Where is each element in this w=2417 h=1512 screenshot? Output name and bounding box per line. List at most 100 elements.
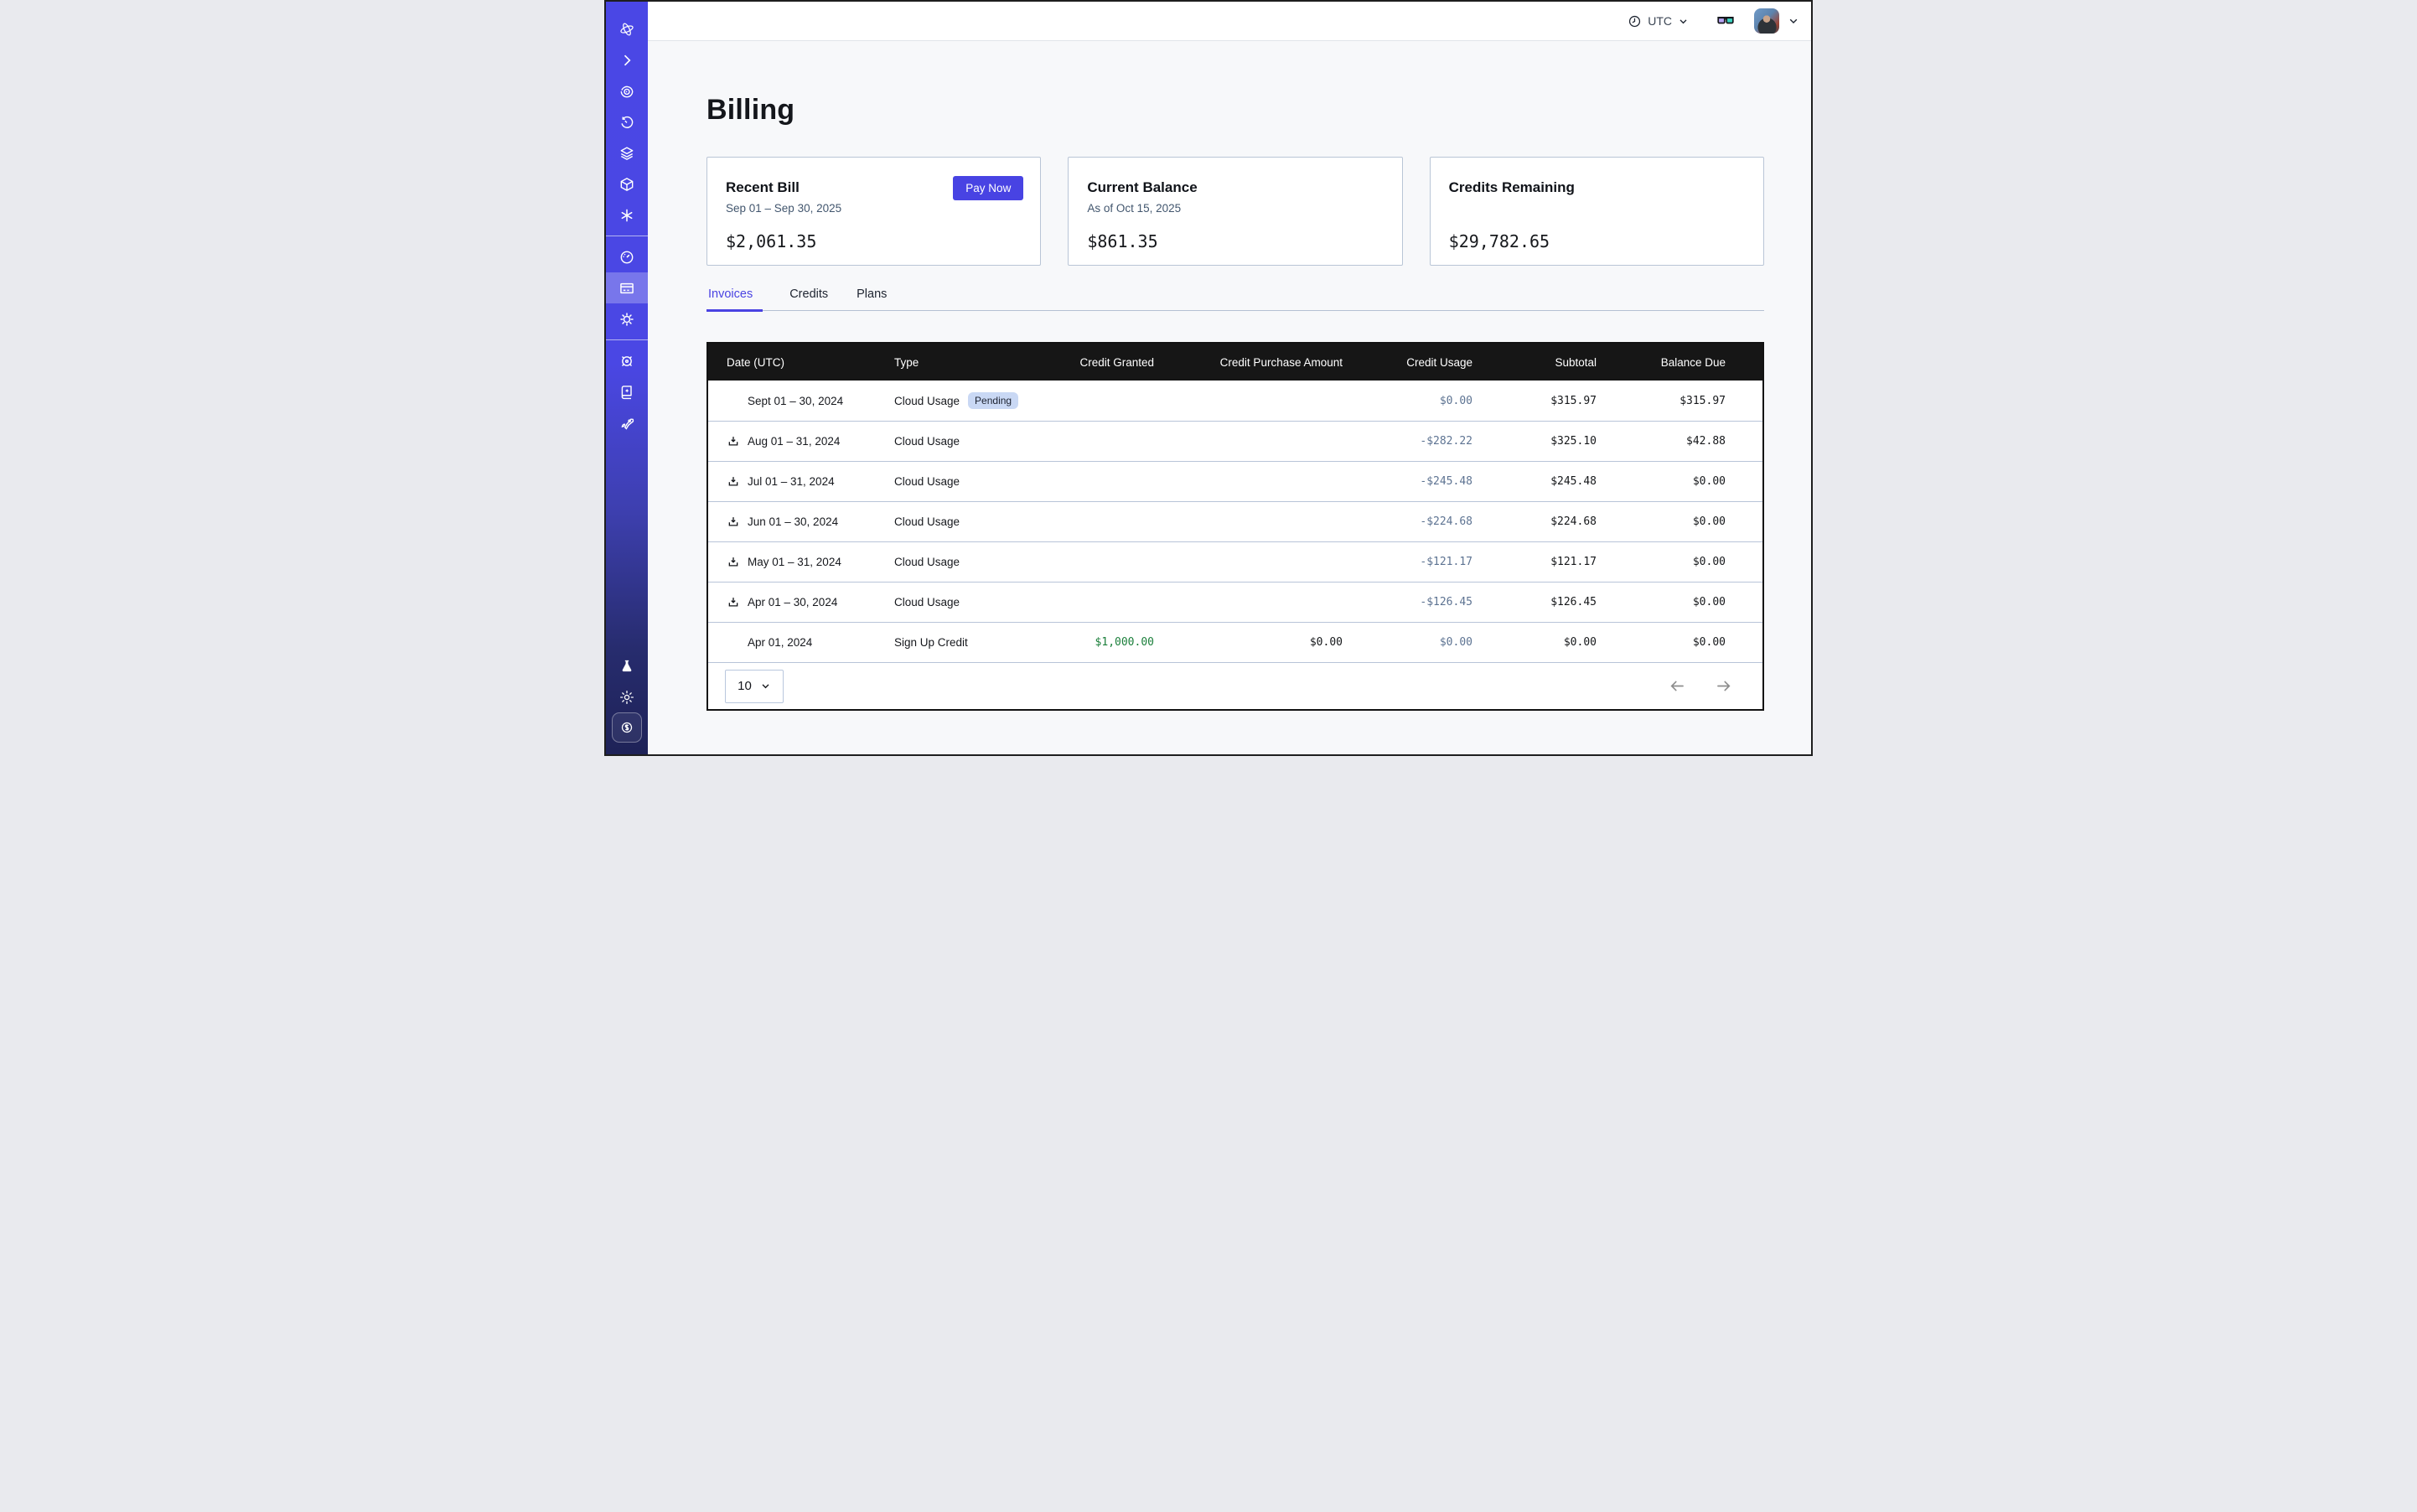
sidebar-item-usage[interactable] [606, 241, 648, 272]
column-header: Date (UTC) [727, 356, 894, 369]
topbar: UTC [648, 2, 1811, 41]
reader-mode-button[interactable] [1716, 11, 1736, 31]
timezone-selector[interactable]: UTC [1628, 14, 1689, 28]
pay-now-button[interactable]: Pay Now [953, 176, 1023, 200]
download-invoice-button[interactable] [727, 515, 740, 529]
credit-purchase-value: $0.00 [1154, 636, 1343, 649]
chevron-down-icon [1788, 15, 1799, 27]
download-icon [727, 556, 740, 569]
table-row: Apr 01, 2024 Sign Up Credit $1,000.00 $0… [708, 622, 1762, 662]
arrow-right-icon [1715, 677, 1732, 695]
balance-due-value: $0.00 [1597, 515, 1726, 528]
credit-usage-value: -$126.45 [1343, 596, 1472, 608]
column-header: Type [894, 356, 1045, 369]
credits-remaining-card: Credits Remaining $29,782.65 [1430, 157, 1764, 266]
sidebar-item-insights[interactable] [606, 75, 648, 106]
account-menu-button[interactable] [1788, 15, 1799, 27]
pagination-bar: 10 [708, 662, 1762, 709]
sidebar-expand-button[interactable] [606, 44, 648, 75]
invoice-date: Jun 01 – 30, 2024 [748, 515, 838, 528]
invoice-type: Sign Up Credit [894, 636, 968, 649]
credit-usage-value: -$245.48 [1343, 475, 1472, 488]
page-title: Billing [706, 93, 1764, 127]
download-invoice-button[interactable] [727, 556, 740, 569]
tab-credits[interactable]: Credits [788, 287, 830, 310]
tab-invoices[interactable]: Invoices [706, 287, 763, 310]
subtotal-value: $245.48 [1472, 475, 1597, 488]
sidebar-item-labs[interactable] [606, 650, 648, 681]
main-area: UTC Billing [648, 2, 1811, 754]
tab-plans[interactable]: Plans [855, 287, 888, 310]
balance-due-value: $0.00 [1597, 556, 1726, 568]
invoice-date: Apr 01 – 30, 2024 [748, 596, 837, 608]
credit-usage-value: -$282.22 [1343, 435, 1472, 448]
sidebar-item-settings[interactable] [606, 303, 648, 334]
invoice-type: Cloud Usage [894, 435, 960, 448]
current-balance-card: Current Balance As of Oct 15, 2025 $861.… [1068, 157, 1402, 266]
subtotal-value: $0.00 [1472, 636, 1597, 649]
credit-usage-value: -$121.17 [1343, 556, 1472, 568]
card-subtitle [1449, 202, 1745, 216]
sidebar-item-cube[interactable] [606, 168, 648, 199]
table-header-row: Date (UTC)TypeCredit GrantedCredit Purch… [708, 344, 1762, 381]
download-icon [727, 475, 740, 489]
sidebar-item-billing[interactable] [606, 272, 648, 303]
invoice-type: Cloud Usage [894, 556, 960, 568]
balance-due-value: $0.00 [1597, 636, 1726, 649]
table-row: Aug 01 – 31, 2024 Cloud Usage -$282.22 $… [708, 421, 1762, 461]
invoice-date: Apr 01, 2024 [748, 636, 812, 649]
invoice-date: Sept 01 – 30, 2024 [748, 395, 843, 407]
credits-promo-button[interactable] [612, 712, 642, 743]
subtotal-value: $121.17 [1472, 556, 1597, 568]
status-badge: Pending [968, 392, 1018, 409]
page-size-select[interactable]: 10 [725, 670, 784, 703]
chevron-down-icon [760, 681, 771, 691]
current-balance-amount: $861.35 [1087, 231, 1383, 251]
download-invoice-button[interactable] [727, 596, 740, 609]
sidebar [606, 2, 648, 754]
clock-icon [1628, 14, 1642, 28]
timezone-label: UTC [1648, 14, 1672, 28]
subtotal-value: $325.10 [1472, 435, 1597, 448]
sidebar-item-layers[interactable] [606, 137, 648, 168]
sidebar-item-history[interactable] [606, 106, 648, 137]
sidebar-item-fleet[interactable] [606, 345, 648, 376]
subtotal-value: $224.68 [1472, 515, 1597, 528]
user-avatar[interactable] [1754, 8, 1779, 34]
credit-usage-value: -$224.68 [1343, 515, 1472, 528]
arrow-left-icon [1669, 677, 1686, 695]
table-row: Apr 01 – 30, 2024 Cloud Usage -$126.45 $… [708, 582, 1762, 622]
recent-bill-card: Recent Bill Sep 01 – Sep 30, 2025 $2,061… [706, 157, 1041, 266]
sidebar-divider [606, 339, 648, 340]
subtotal-value: $315.97 [1472, 395, 1597, 407]
column-header: Credit Granted [1045, 356, 1154, 369]
sidebar-item-docs[interactable] [606, 376, 648, 407]
app-window: UTC Billing [604, 0, 1813, 756]
summary-cards: Recent Bill Sep 01 – Sep 30, 2025 $2,061… [706, 157, 1764, 266]
card-subtitle: Sep 01 – Sep 30, 2025 [726, 202, 1022, 216]
table-row: May 01 – 31, 2024 Cloud Usage -$121.17 $… [708, 541, 1762, 582]
glasses-icon [1716, 11, 1736, 31]
card-title: Credits Remaining [1449, 179, 1745, 196]
theme-toggle-sun-icon[interactable] [606, 681, 648, 712]
download-invoice-button[interactable] [727, 435, 740, 448]
table-row: Jul 01 – 31, 2024 Cloud Usage -$245.48 $… [708, 461, 1762, 501]
download-icon [727, 435, 740, 448]
balance-due-value: $42.88 [1597, 435, 1726, 448]
billing-tabs: Invoices Credits Plans [706, 287, 1764, 311]
credit-usage-value: $0.00 [1343, 636, 1472, 649]
invoice-date: Jul 01 – 31, 2024 [748, 475, 835, 488]
invoice-type: Cloud Usage [894, 596, 960, 608]
page-size-value: 10 [738, 679, 752, 693]
next-page-button[interactable] [1715, 677, 1732, 695]
column-header: Balance Due [1597, 356, 1726, 369]
table-row: Jun 01 – 30, 2024 Cloud Usage -$224.68 $… [708, 501, 1762, 541]
download-invoice-button[interactable] [727, 475, 740, 489]
subtotal-value: $126.45 [1472, 596, 1597, 608]
previous-page-button[interactable] [1669, 677, 1686, 695]
sidebar-item-services[interactable] [606, 199, 648, 230]
invoice-date: May 01 – 31, 2024 [748, 556, 841, 568]
credits-remaining-amount: $29,782.65 [1449, 231, 1745, 251]
sidebar-item-launch[interactable] [606, 407, 648, 438]
column-header: Credit Usage [1343, 356, 1472, 369]
